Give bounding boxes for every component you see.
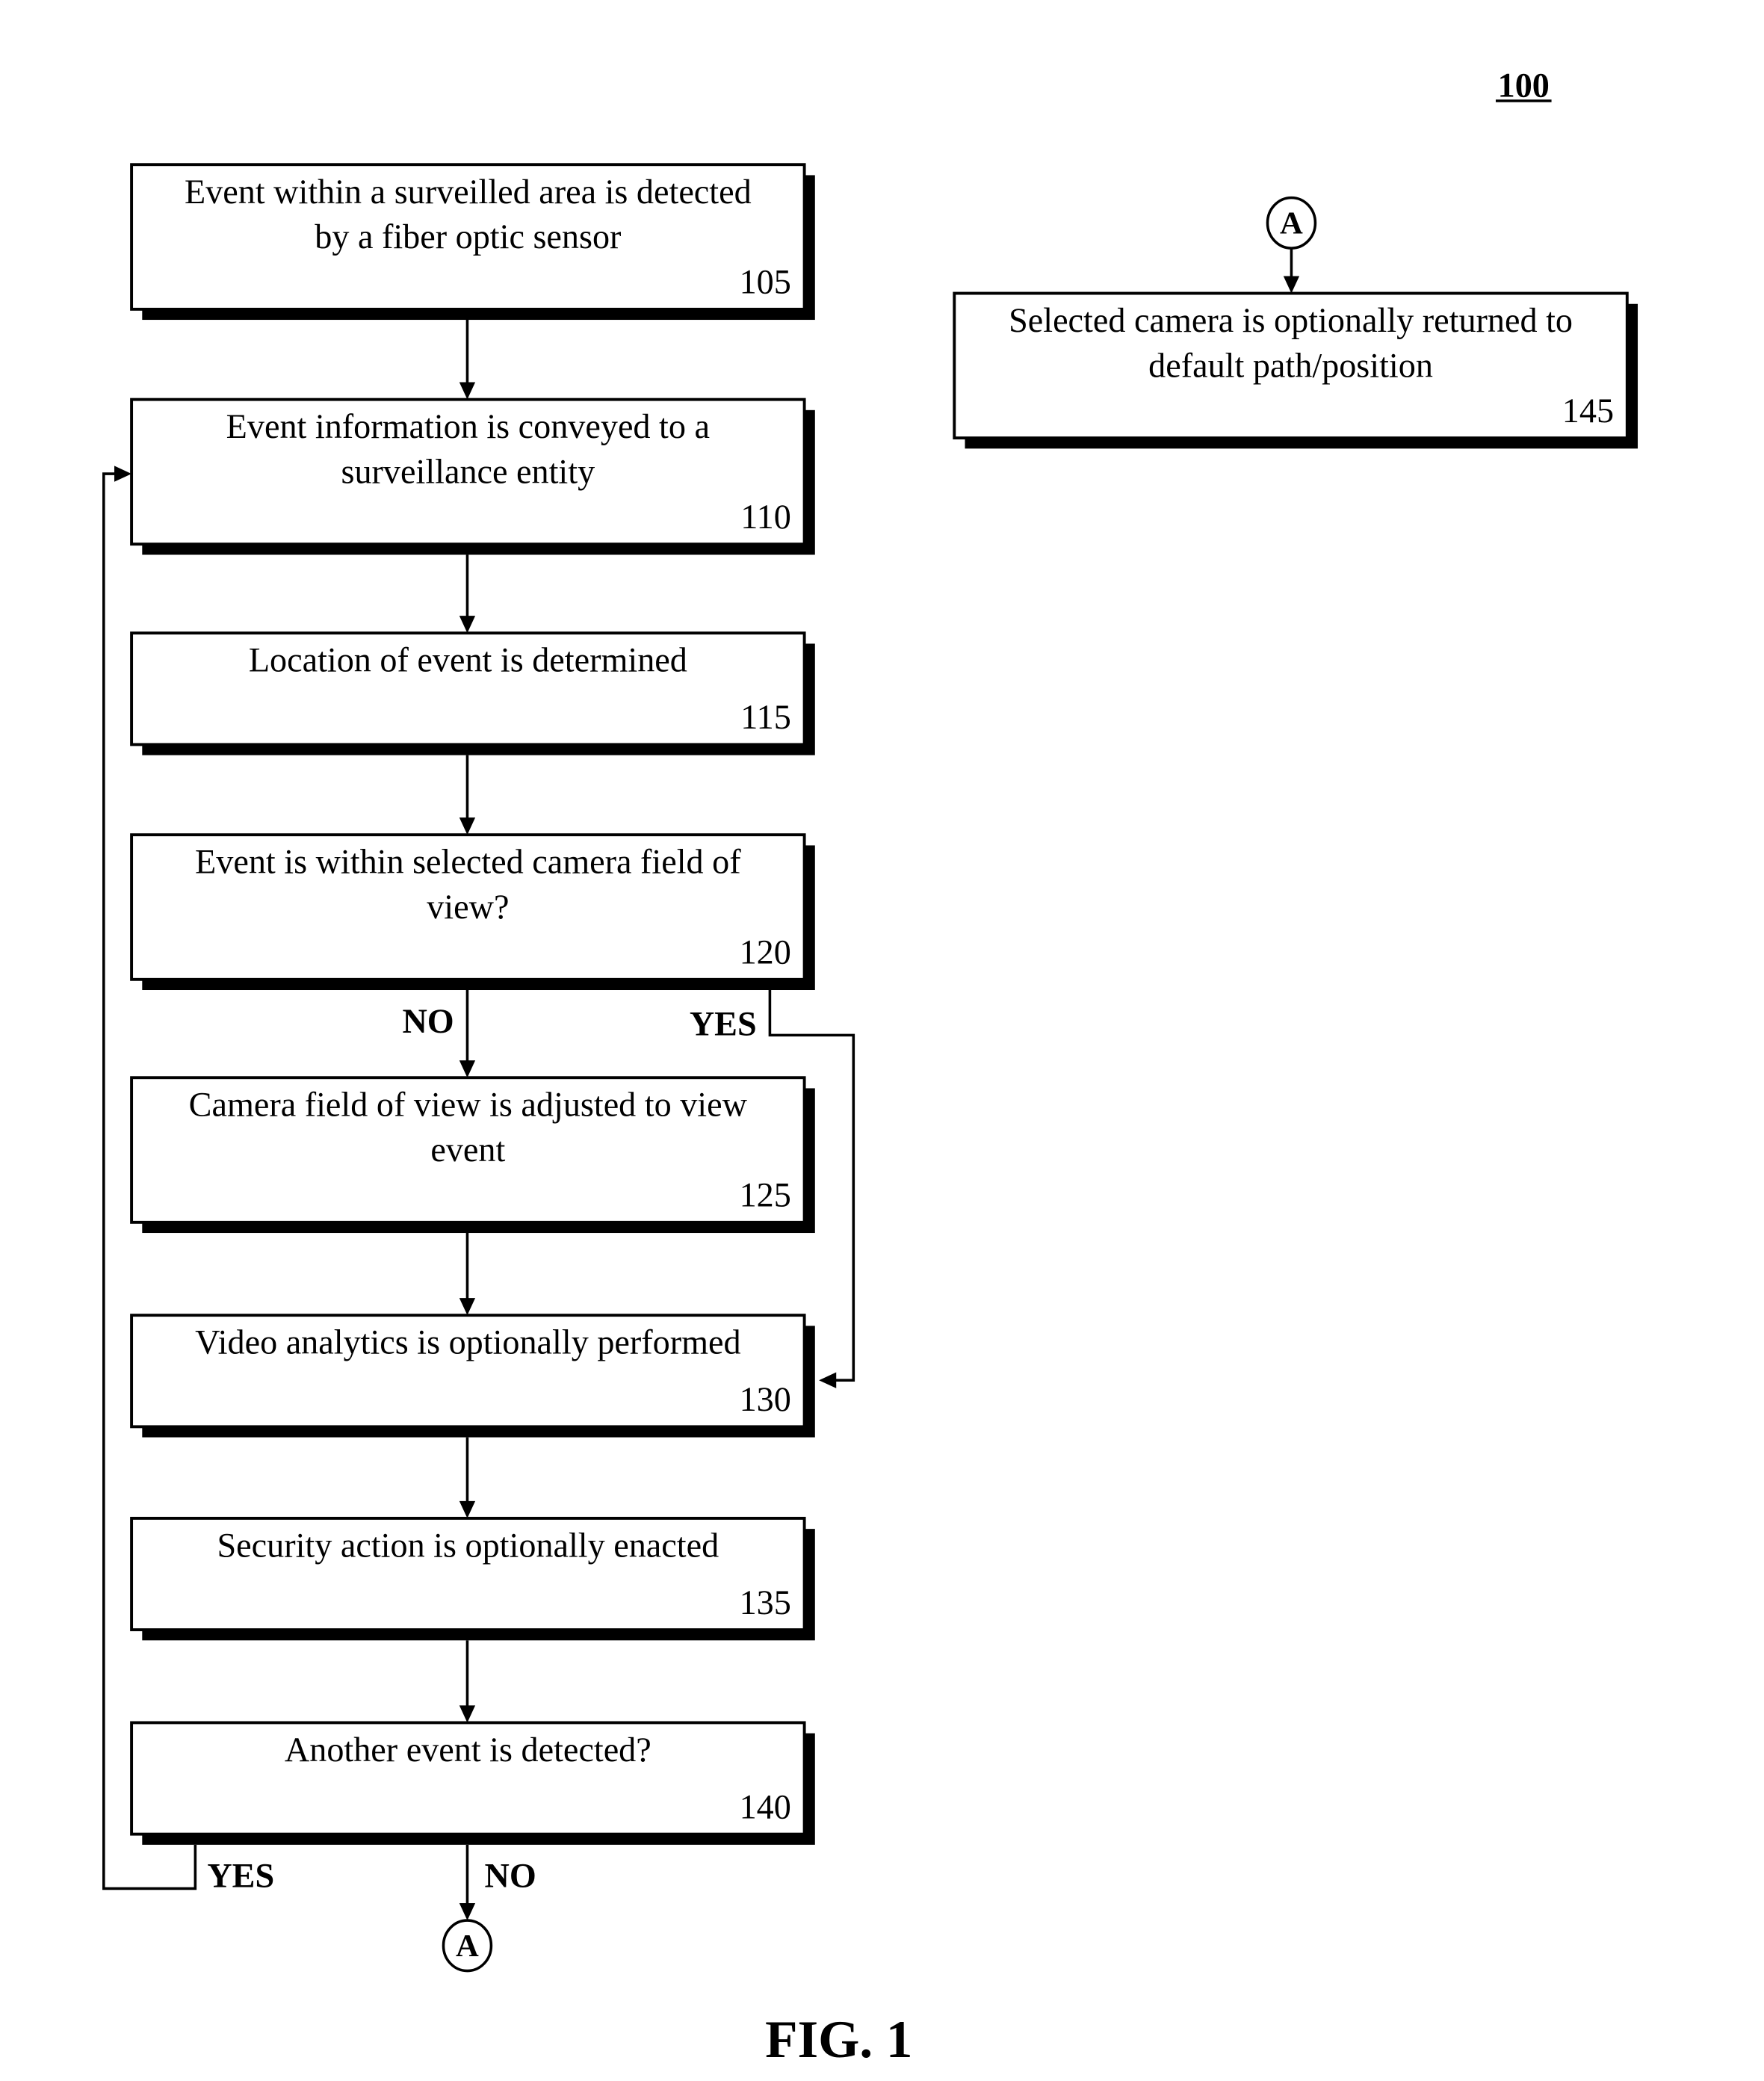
arrowhead-110-to-115	[459, 616, 476, 634]
step-number: 145	[1562, 392, 1614, 430]
step-text-line: Event is within selected camera field of	[195, 843, 741, 881]
branch-label-140-yes: YES	[207, 1857, 274, 1895]
connector-a-in-label: A	[1280, 206, 1303, 241]
arrowhead-135-to-140	[459, 1705, 476, 1723]
arrowhead-125-to-130	[459, 1298, 476, 1316]
branch-label-120-yes: YES	[690, 1004, 757, 1042]
connector-a-out: A	[442, 1919, 493, 1973]
step-number: 130	[740, 1380, 791, 1418]
figure-caption: FIG. 1	[765, 2011, 912, 2069]
step-number: 125	[740, 1176, 791, 1214]
step-box-115: Location of event is determined 115	[130, 631, 815, 755]
step-box-110: Event information is conveyed to a survei…	[130, 398, 815, 555]
step-text-line: view?	[427, 888, 509, 926]
step-box-125: Camera field of view is adjusted to view…	[130, 1076, 815, 1234]
arrowhead-130-to-135	[459, 1500, 476, 1518]
step-text-line: surveillance entity	[341, 453, 595, 491]
step-box-135: Security action is optionally enacted 135	[130, 1516, 815, 1641]
connector-a-in: A	[1266, 196, 1317, 250]
figure-reference-number: 100	[1498, 67, 1550, 105]
step-number: 110	[740, 498, 791, 536]
arrowhead-105-to-110	[459, 382, 476, 400]
flowchart-diagram: 100 Event within a surveilled area is de…	[102, 67, 1638, 2069]
step-number: 120	[740, 933, 791, 971]
step-text-line: Video analytics is optionally performed	[195, 1323, 740, 1361]
step-number: 140	[740, 1787, 791, 1825]
arrowhead-120-yes-to-130	[819, 1372, 837, 1388]
branch-label-120-no: NO	[402, 1002, 454, 1040]
step-text-line: Event information is conveyed to a	[226, 407, 710, 445]
branch-label-140-no: NO	[485, 1857, 536, 1895]
step-box-130: Video analytics is optionally performed1…	[130, 1314, 815, 1438]
step-box-120: Event is within selected camera field of…	[130, 833, 815, 991]
step-text-line: event	[430, 1131, 505, 1169]
step-text-line: Location of event is determined	[249, 641, 687, 679]
arrowhead-120-to-125	[459, 1060, 476, 1078]
step-box-145: Selected camera is optionally returned t…	[953, 291, 1638, 449]
step-box-105: Event within a surveilled area is detect…	[130, 163, 815, 321]
step-number: 115	[740, 698, 791, 736]
step-text-line: Security action is optionally enacted	[217, 1526, 719, 1564]
step-text-line: default path/position	[1148, 346, 1433, 384]
step-number: 105	[740, 263, 791, 301]
step-text-line: by a fiber optic sensor	[315, 217, 621, 256]
connector-a-out-label: A	[456, 1929, 479, 1964]
step-box-140: Another event is detected? 140	[130, 1721, 815, 1845]
step-text-line: Selected camera is optionally returned t…	[1009, 301, 1573, 339]
step-number: 135	[740, 1583, 791, 1621]
step-text-line: Event within a surveilled area is detect…	[185, 173, 752, 211]
arrowhead-140-to-connector-a	[459, 1902, 476, 1921]
step-text-line: Another event is detected?	[285, 1731, 652, 1769]
arrowhead-connector-a-to-145	[1283, 276, 1300, 294]
arrowhead-115-to-120	[459, 817, 476, 835]
step-text-line: Camera field of view is adjusted to view	[189, 1086, 748, 1124]
arrowhead-140-yes-loop-to-110	[114, 466, 132, 482]
